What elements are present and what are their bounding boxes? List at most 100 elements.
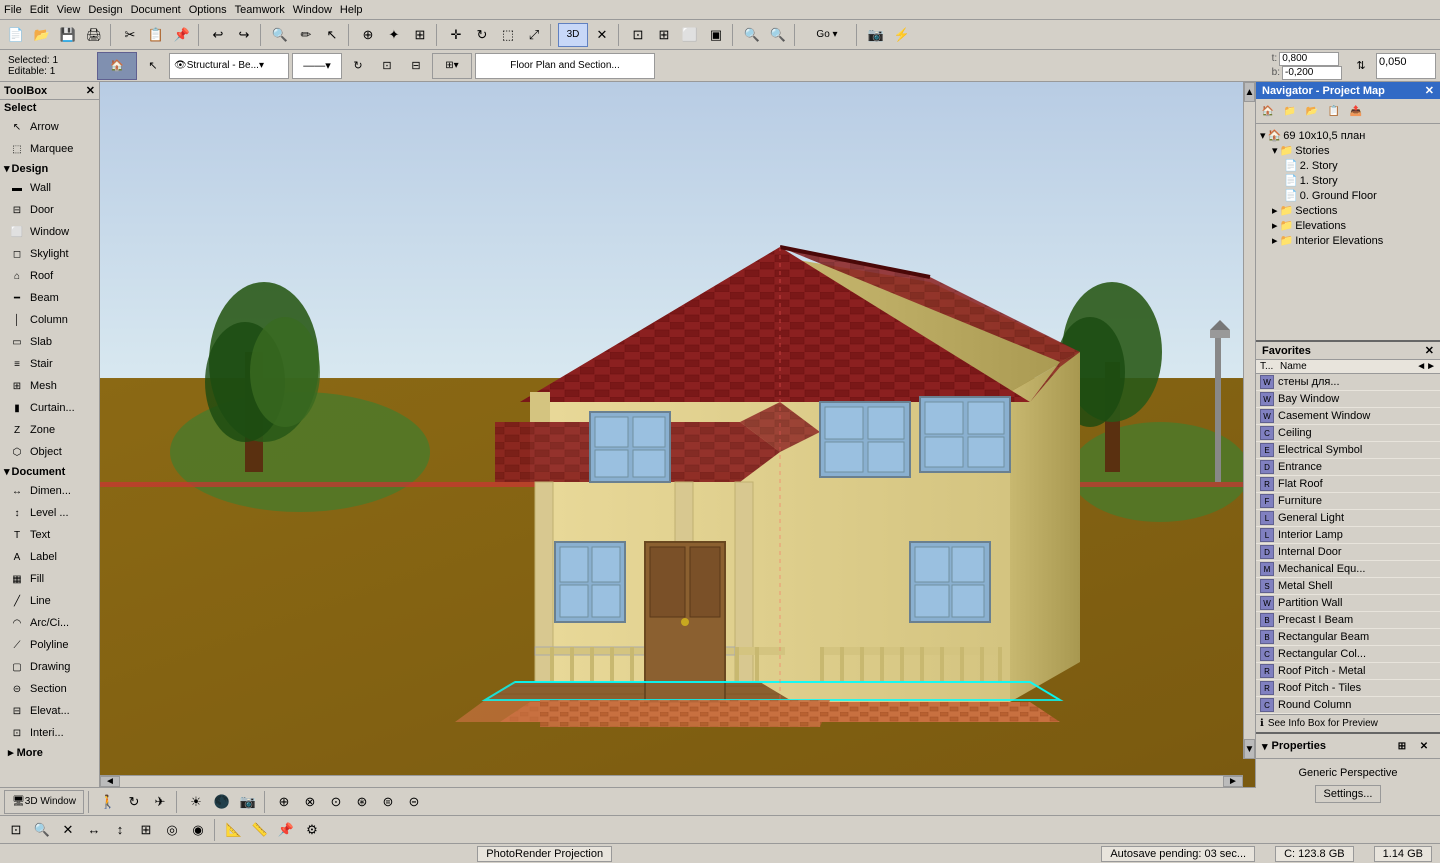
tool-wall[interactable]: ▬ Wall [0,177,99,199]
action-button[interactable]: ⚡ [890,23,914,47]
mirror-button[interactable]: ⬚ [496,23,520,47]
toolbox-document-label[interactable]: ▾ Document [0,463,99,480]
cut-button[interactable]: ✂ [118,23,142,47]
refresh-button[interactable]: ↻ [345,53,371,79]
arrow-tool-button[interactable]: ↖ [140,53,166,79]
nav-btn-2[interactable]: ⊗ [298,790,322,814]
walk-mode-button[interactable]: 🚶 [96,790,120,814]
tool-marquee[interactable]: ⬚ Marquee [0,138,99,160]
tool-text[interactable]: T Text [0,524,99,546]
fav-item-17[interactable]: R Roof Pitch - Metal [1256,663,1440,680]
fav-item-10[interactable]: D Internal Door [1256,544,1440,561]
tool-zone[interactable]: Z Zone [0,419,99,441]
b-value[interactable]: -0,200 [1282,66,1342,80]
toolbox-design-label[interactable]: ▾ Design [0,160,99,177]
tool-slab[interactable]: ▭ Slab [0,331,99,353]
tool-column[interactable]: │ Column [0,309,99,331]
tool-more[interactable]: ▸ More [0,744,99,761]
print-button[interactable]: 🖨 [82,23,106,47]
view2-button[interactable]: ⊞ [652,23,676,47]
btb2-3[interactable]: ✕ [56,818,80,842]
tool-polyline[interactable]: ⟋ Polyline [0,634,99,656]
photrender-button[interactable]: 📷 [864,23,888,47]
menu-edit[interactable]: Edit [30,4,49,16]
pointer-button[interactable]: ↖ [320,23,344,47]
render-button[interactable]: 📷 [236,790,260,814]
zoom-select-button[interactable]: ⊞▾ [432,53,472,79]
fav-item-2[interactable]: W Casement Window [1256,408,1440,425]
tool-level[interactable]: ↕ Level ... [0,502,99,524]
fav-item-3[interactable]: C Ceiling [1256,425,1440,442]
tree-interior-elev[interactable]: ▸ 📁 Interior Elevations [1260,233,1436,248]
scroll-up-button[interactable]: ▲ [1244,82,1255,102]
tool-arrow[interactable]: ↖ Arrow [0,116,99,138]
zoom-out-button[interactable]: 🔍 [766,23,790,47]
tool-door[interactable]: ⊟ Door [0,199,99,221]
fav-item-0[interactable]: W стены для... [1256,374,1440,391]
fav-item-11[interactable]: M Mechanical Equ... [1256,561,1440,578]
btb2-11[interactable]: 📌 [274,818,298,842]
tool-mesh[interactable]: ⊞ Mesh [0,375,99,397]
3d-window-label[interactable]: 🖥 3D Window [4,790,84,814]
btb2-12[interactable]: ⚙ [300,818,324,842]
fav-see-info[interactable]: ℹ See Info Box for Preview [1256,714,1440,732]
save-button[interactable]: 💾 [56,23,80,47]
nav-folder2-button[interactable]: 📂 [1302,101,1322,121]
find-button[interactable]: 🔍 [268,23,292,47]
3d-view-button[interactable]: 🏠 [97,52,137,80]
fav-item-19[interactable]: C Round Column [1256,697,1440,714]
tool-fill[interactable]: ▦ Fill [0,568,99,590]
fav-item-4[interactable]: E Electrical Symbol [1256,442,1440,459]
prop-close-button[interactable]: ✕ [1414,736,1434,756]
rotate-button[interactable]: ↻ [470,23,494,47]
scroll-right-button[interactable]: ► [1223,776,1243,787]
nav-btn-3[interactable]: ⊙ [324,790,348,814]
view3-button[interactable]: ⬜ [678,23,702,47]
fav-item-16[interactable]: C Rectangular Col... [1256,646,1440,663]
tool-interi[interactable]: ⊡ Interi... [0,722,99,744]
tree-stories[interactable]: ▾ 📁 Stories [1260,143,1436,158]
viewport-scrollbar-v[interactable]: ▲ ▼ [1243,82,1255,759]
tool-line[interactable]: ╱ Line [0,590,99,612]
line-type-select[interactable]: ——▾ [292,53,342,79]
tb2-btn-a[interactable]: ⊡ [374,53,400,79]
fav-item-8[interactable]: L General Light [1256,510,1440,527]
fav-item-6[interactable]: R Flat Roof [1256,476,1440,493]
elevation-button[interactable]: ⇅ [1348,53,1374,79]
viewport-scrollbar-h[interactable]: ◄ ► [100,775,1243,787]
scroll-down-button[interactable]: ▼ [1244,739,1255,759]
menu-teamwork[interactable]: Teamwork [235,4,285,16]
btb2-9[interactable]: 📐 [222,818,246,842]
btb2-4[interactable]: ↔ [82,818,106,842]
btb2-7[interactable]: ◎ [160,818,184,842]
navigator-close-icon[interactable]: ✕ [1425,84,1434,97]
redo-button[interactable]: ↪ [232,23,256,47]
tree-story-2[interactable]: 📄 2. Story [1260,158,1436,173]
tool-object[interactable]: ⬡ Object [0,441,99,463]
floor-plan-button[interactable]: Floor Plan and Section... [475,53,655,79]
magic-wand-button[interactable]: ✦ [382,23,406,47]
tool-skylight[interactable]: ◻ Skylight [0,243,99,265]
tool-label[interactable]: A Label [0,546,99,568]
fav-item-1[interactable]: W Bay Window [1256,391,1440,408]
nav-btn-6[interactable]: ⊝ [402,790,426,814]
fav-item-7[interactable]: F Furniture [1256,493,1440,510]
3d-button[interactable]: 3D [558,23,588,47]
orbit-button[interactable]: ↻ [122,790,146,814]
tool-section[interactable]: ⊝ Section [0,678,99,700]
tree-story-0[interactable]: 📄 0. Ground Floor [1260,188,1436,203]
tool-beam[interactable]: ━ Beam [0,287,99,309]
fav-item-12[interactable]: S Metal Shell [1256,578,1440,595]
btb2-5[interactable]: ↕ [108,818,132,842]
settings-button[interactable]: Settings... [1315,785,1382,803]
nav-btn-1[interactable]: ⊕ [272,790,296,814]
menu-help[interactable]: Help [340,4,363,16]
fly-button[interactable]: ✈ [148,790,172,814]
go-button[interactable]: Go ▾ [802,23,852,47]
fav-item-5[interactable]: D Entrance [1256,459,1440,476]
tool-stair[interactable]: ≡ Stair [0,353,99,375]
fav-item-9[interactable]: L Interior Lamp [1256,527,1440,544]
scale-button[interactable]: ⤢ [522,23,546,47]
btb2-8[interactable]: ◉ [186,818,210,842]
move-button[interactable]: ✛ [444,23,468,47]
